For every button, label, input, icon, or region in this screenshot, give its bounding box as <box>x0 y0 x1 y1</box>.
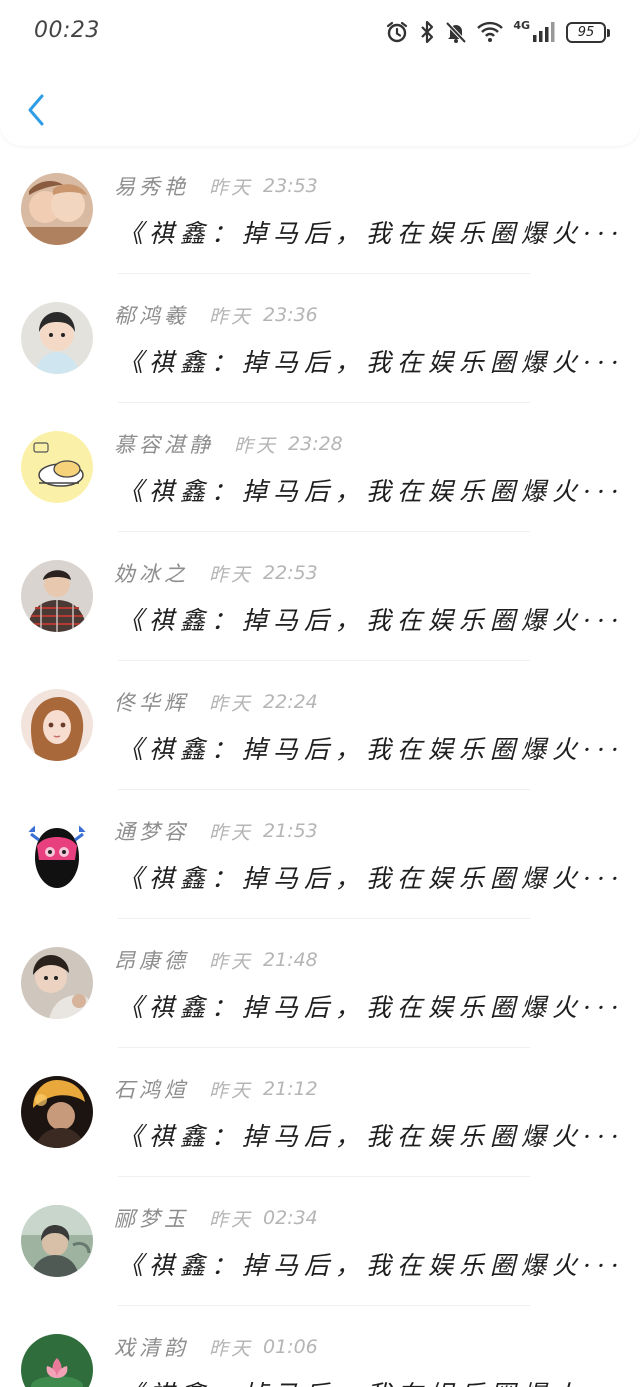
comment-time: 22:24 <box>263 691 318 713</box>
comment-text[interactable]: 《祺鑫：掉马后，我在娱乐圈爆火··· <box>118 730 618 766</box>
divider <box>118 789 530 790</box>
commenter-name[interactable]: 易秀艳 <box>114 171 189 201</box>
comment-item[interactable]: 石鸿煊 昨天 21:12 《祺鑫：掉马后，我在娱乐圈爆火··· <box>0 1049 640 1178</box>
comment-text[interactable]: 《祺鑫：掉马后，我在娱乐圈爆火··· <box>118 988 618 1024</box>
comment-list: 易秀艳 昨天 23:53 《祺鑫：掉马后，我在娱乐圈爆火··· 郗鸿羲 昨天 2… <box>0 146 640 1387</box>
commenter-name[interactable]: 昂康德 <box>114 945 189 975</box>
comment-text[interactable]: 《祺鑫：掉马后，我在娱乐圈爆火··· <box>118 1117 618 1153</box>
avatar[interactable] <box>21 560 93 632</box>
comment-item[interactable]: 易秀艳 昨天 23:53 《祺鑫：掉马后，我在娱乐圈爆火··· <box>0 146 640 275</box>
comment-item[interactable]: 昂康德 昨天 21:48 《祺鑫：掉马后，我在娱乐圈爆火··· <box>0 920 640 1049</box>
comment-time: 01:06 <box>263 1336 318 1358</box>
comment-day: 昨天 <box>209 1079 254 1102</box>
alarm-icon <box>387 21 408 43</box>
avatar[interactable] <box>21 1334 93 1387</box>
comment-text[interactable]: 《祺鑫：掉马后，我在娱乐圈爆火··· <box>118 1375 618 1387</box>
comment-time: 21:12 <box>263 1078 318 1100</box>
comment-day: 昨天 <box>209 176 254 199</box>
comment-day: 昨天 <box>209 305 254 328</box>
commenter-name[interactable]: 郗鸿羲 <box>114 300 189 330</box>
top-bar: 00:23 4G 95 <box>0 0 640 146</box>
comment-item[interactable]: 慕容湛静 昨天 23:28 《祺鑫：掉马后，我在娱乐圈爆火··· <box>0 404 640 533</box>
comment-time: 21:53 <box>263 820 318 842</box>
comment-day: 昨天 <box>209 692 254 715</box>
comment-day: 昨天 <box>209 1337 254 1360</box>
comment-text[interactable]: 《祺鑫：掉马后，我在娱乐圈爆火··· <box>118 214 618 250</box>
avatar[interactable] <box>21 947 93 1019</box>
battery-level: 95 <box>577 24 595 40</box>
comment-time: 21:48 <box>263 949 318 971</box>
avatar[interactable] <box>21 1205 93 1277</box>
comment-text[interactable]: 《祺鑫：掉马后，我在娱乐圈爆火··· <box>118 1246 618 1282</box>
bluetooth-icon <box>421 20 434 44</box>
avatar[interactable] <box>21 1076 93 1148</box>
status-icons: 4G 95 <box>385 18 610 46</box>
commenter-name[interactable]: 佟华辉 <box>114 687 189 717</box>
comment-item[interactable]: 通梦容 昨天 21:53 《祺鑫：掉马后，我在娱乐圈爆火··· <box>0 791 640 920</box>
network-type: 4G <box>513 18 530 32</box>
commenter-name[interactable]: 戏清韵 <box>114 1332 189 1362</box>
divider <box>118 531 530 532</box>
comment-item[interactable]: 戏清韵 昨天 01:06 《祺鑫：掉马后，我在娱乐圈爆火··· <box>0 1307 640 1387</box>
signal-icon <box>533 22 555 42</box>
divider <box>118 1047 530 1048</box>
divider <box>118 273 530 274</box>
divider <box>118 402 530 403</box>
status-time: 00:23 <box>34 18 100 43</box>
comment-day: 昨天 <box>209 563 254 586</box>
divider <box>118 1305 530 1306</box>
comment-item[interactable]: 郗鸿羲 昨天 23:36 《祺鑫：掉马后，我在娱乐圈爆火··· <box>0 275 640 404</box>
commenter-name[interactable]: 郦梦玉 <box>114 1203 189 1233</box>
comment-day: 昨天 <box>209 950 254 973</box>
comment-text[interactable]: 《祺鑫：掉马后，我在娱乐圈爆火··· <box>118 343 618 379</box>
avatar[interactable] <box>21 689 93 761</box>
comment-time: 23:36 <box>263 304 318 326</box>
comment-item[interactable]: 郦梦玉 昨天 02:34 《祺鑫：掉马后，我在娱乐圈爆火··· <box>0 1178 640 1307</box>
comment-time: 22:53 <box>263 562 318 584</box>
commenter-name[interactable]: 石鸿煊 <box>114 1074 189 1104</box>
battery-icon: 95 <box>566 21 610 43</box>
divider <box>118 918 530 919</box>
comment-text[interactable]: 《祺鑫：掉马后，我在娱乐圈爆火··· <box>118 859 618 895</box>
comment-time: 23:28 <box>288 433 343 455</box>
mute-icon <box>445 21 467 44</box>
wifi-icon <box>477 21 504 42</box>
chevron-left-icon <box>28 94 44 126</box>
avatar[interactable] <box>21 818 93 890</box>
divider <box>118 660 530 661</box>
comment-item[interactable]: 妫冰之 昨天 22:53 《祺鑫：掉马后，我在娱乐圈爆火··· <box>0 533 640 662</box>
commenter-name[interactable]: 慕容湛静 <box>114 429 214 459</box>
comment-day: 昨天 <box>209 1208 254 1231</box>
comment-text[interactable]: 《祺鑫：掉马后，我在娱乐圈爆火··· <box>118 472 618 508</box>
avatar[interactable] <box>21 173 93 245</box>
comment-day: 昨天 <box>209 821 254 844</box>
comment-day: 昨天 <box>234 434 279 457</box>
back-button[interactable] <box>20 88 52 132</box>
comment-time: 02:34 <box>263 1207 318 1229</box>
comment-item[interactable]: 佟华辉 昨天 22:24 《祺鑫：掉马后，我在娱乐圈爆火··· <box>0 662 640 791</box>
avatar[interactable] <box>21 302 93 374</box>
commenter-name[interactable]: 通梦容 <box>114 816 189 846</box>
comment-time: 23:53 <box>263 175 318 197</box>
avatar[interactable] <box>21 431 93 503</box>
commenter-name[interactable]: 妫冰之 <box>114 558 189 588</box>
divider <box>118 1176 530 1177</box>
comment-text[interactable]: 《祺鑫：掉马后，我在娱乐圈爆火··· <box>118 601 618 637</box>
